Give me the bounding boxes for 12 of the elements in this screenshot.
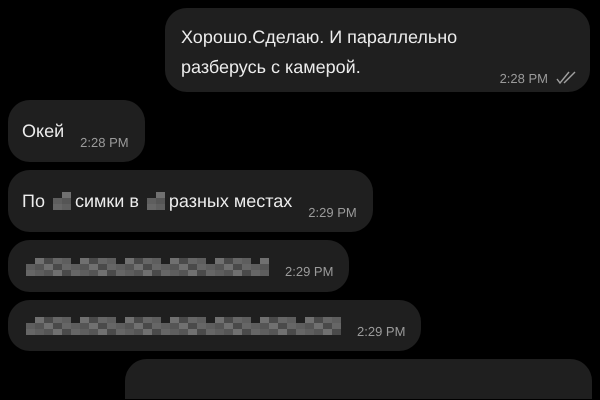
pixelated-redaction — [146, 192, 165, 210]
message-text: Окей — [22, 120, 64, 143]
message-text: По — [22, 190, 45, 213]
message-time: 2:28 PM — [80, 134, 129, 152]
message-text: Хорошо.Сделаю. И параллельно разберусь с камерой. — [181, 26, 458, 79]
message-time: 2:28 PM — [500, 70, 548, 88]
message-time: 2:29 PM — [285, 263, 334, 281]
message-time: 2:29 PM — [308, 204, 357, 222]
message-text: симки в — [74, 190, 139, 213]
message-time: 2:29 PM — [357, 322, 406, 340]
message-text: разных местах — [168, 190, 292, 213]
pixelated-redaction — [52, 192, 71, 210]
